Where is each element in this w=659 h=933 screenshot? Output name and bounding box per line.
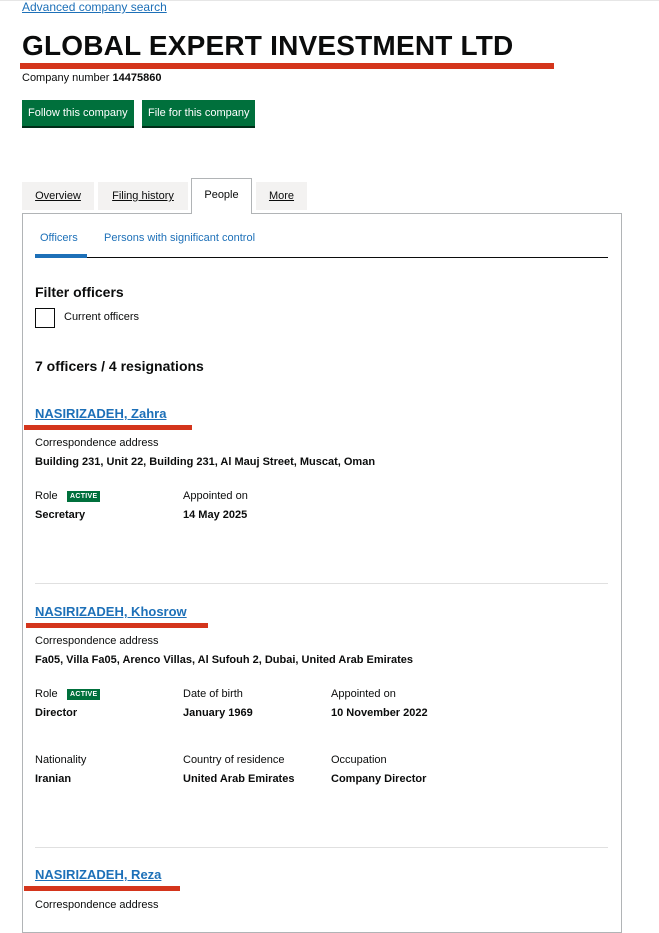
- officer-name-highlight: [24, 886, 180, 891]
- officer-name-link[interactable]: NASIRIZADEH, Zahra: [35, 406, 166, 421]
- company-number-label: Company number: [22, 72, 110, 84]
- appointed-value: 10 November 2022: [331, 707, 428, 719]
- residence-value: United Arab Emirates: [183, 773, 295, 785]
- subtab-active-indicator: [35, 254, 87, 258]
- officer-name-link[interactable]: NASIRIZADEH, Reza: [35, 867, 161, 882]
- officer-name-highlight: [24, 425, 192, 430]
- officer-count: 7 officers / 4 resignations: [35, 358, 204, 374]
- dob-label: Date of birth: [183, 688, 243, 700]
- tab-overview[interactable]: Overview: [22, 182, 94, 210]
- occupation-value: Company Director: [331, 773, 427, 785]
- subtab-psc[interactable]: Persons with significant control: [104, 232, 255, 244]
- role-value: Secretary: [35, 509, 86, 521]
- address-value: Fa05, Villa Fa05, Arenco Villas, Al Sufo…: [35, 654, 413, 666]
- filter-heading: Filter officers: [35, 284, 124, 300]
- address-label: Correspondence address: [35, 899, 159, 911]
- dob-value: January 1969: [183, 707, 253, 719]
- current-officers-label[interactable]: Current officers: [64, 311, 139, 323]
- current-officers-checkbox[interactable]: [35, 308, 55, 328]
- advanced-search-link[interactable]: Advanced company search: [22, 0, 167, 14]
- appointed-label: Appointed on: [183, 490, 248, 502]
- appointed-value: 14 May 2025: [183, 509, 248, 521]
- tab-filing-history[interactable]: Filing history: [98, 182, 188, 210]
- occupation-label: Occupation: [331, 754, 387, 766]
- residence-label: Country of residence: [183, 754, 285, 766]
- nationality-label: Nationality: [35, 754, 87, 766]
- company-number-value: 14475860: [112, 72, 162, 84]
- status-badge: ACTIVE: [67, 689, 101, 700]
- address-label: Correspondence address: [35, 635, 159, 647]
- role-value: Director: [35, 707, 78, 719]
- officer-divider: [35, 847, 608, 848]
- file-for-company-button[interactable]: File for this company: [142, 100, 256, 126]
- follow-company-button[interactable]: Follow this company: [22, 100, 134, 126]
- tab-people[interactable]: People: [191, 178, 252, 214]
- appointed-label: Appointed on: [331, 688, 396, 700]
- subtab-divider: [35, 257, 608, 258]
- address-label: Correspondence address: [35, 437, 159, 449]
- company-name: GLOBAL EXPERT INVESTMENT LTD: [22, 30, 514, 61]
- company-name-highlight: [20, 63, 554, 69]
- nationality-value: Iranian: [35, 773, 72, 785]
- address-value: Building 231, Unit 22, Building 231, Al …: [35, 456, 376, 468]
- officer-name-highlight: [26, 623, 208, 628]
- officer-name-link[interactable]: NASIRIZADEH, Khosrow: [35, 604, 187, 619]
- tab-more[interactable]: More: [256, 182, 307, 210]
- role-label: Role: [35, 490, 58, 502]
- subtab-officers[interactable]: Officers: [40, 232, 78, 244]
- role-label: Role: [35, 688, 58, 700]
- status-badge: ACTIVE: [67, 491, 101, 502]
- company-number: Company number 14475860: [22, 72, 161, 84]
- officer-divider: [35, 583, 608, 584]
